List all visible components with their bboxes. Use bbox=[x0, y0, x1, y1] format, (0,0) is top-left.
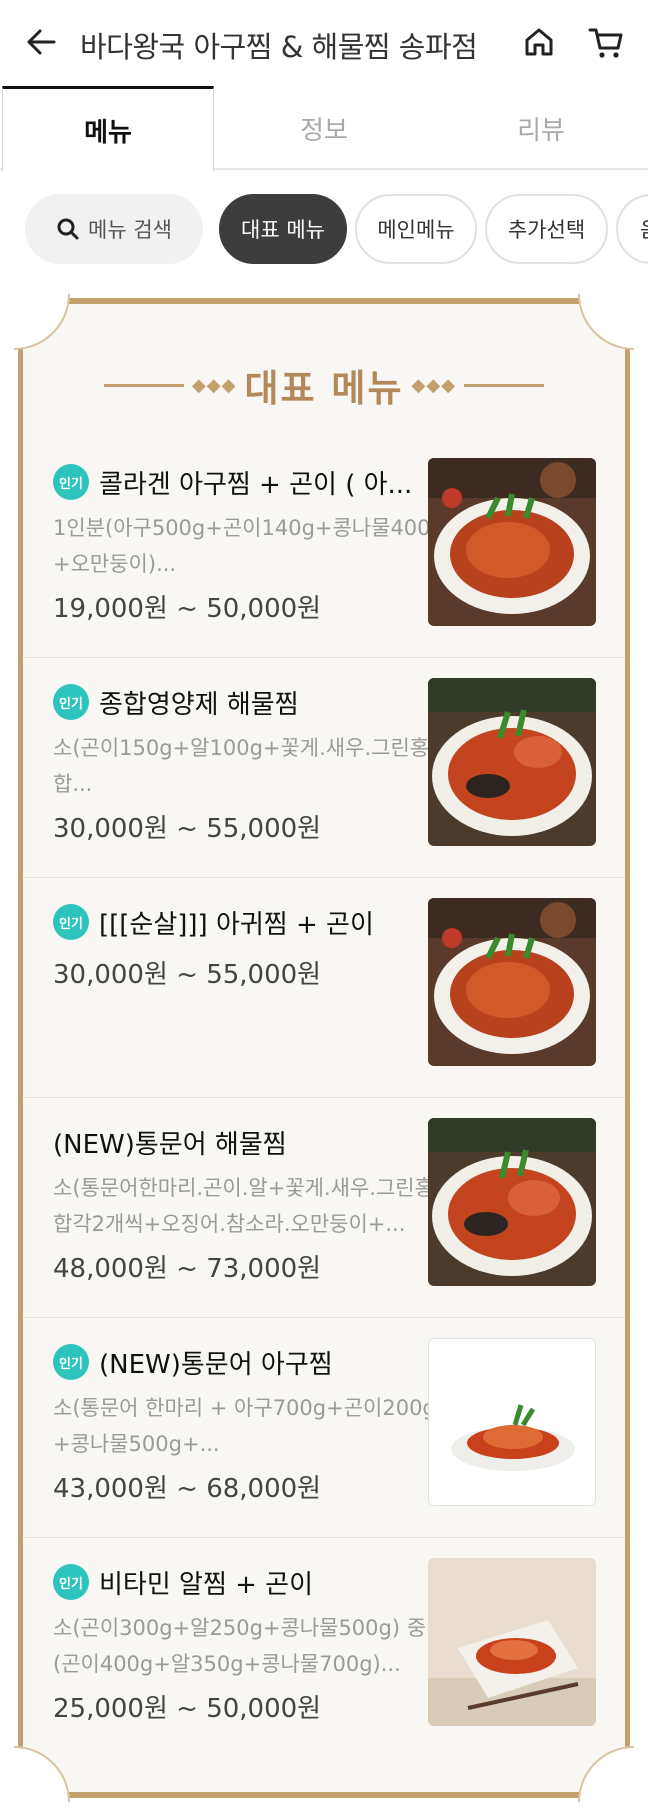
menu-item-price: 19,000원 ~ 50,000원 bbox=[53, 594, 322, 624]
menu-item-name-row: 인기 콜라겐 아구찜 + 곤이 ( 아... bbox=[53, 460, 448, 504]
menu-item-name: 종합영양제 해물찜 bbox=[99, 689, 299, 720]
section-heading: ◆◆◆ 대표 메뉴 ◆◆◆ bbox=[18, 360, 630, 410]
popular-badge: 인기 bbox=[53, 464, 89, 500]
menu-item-text: (NEW)통문어 해물찜 소(통문어한마리.곤이.알+꽃게.새우.그린홍합각2개… bbox=[53, 1120, 448, 1285]
home-icon bbox=[525, 28, 553, 56]
menu-item-price: 25,000원 ~ 50,000원 bbox=[53, 1694, 322, 1724]
tab-menu[interactable]: 메뉴 bbox=[2, 86, 214, 172]
menu-item-photo bbox=[428, 678, 596, 846]
menu-item-photo bbox=[428, 1558, 596, 1726]
popular-badge: 인기 bbox=[53, 904, 89, 940]
popular-badge: 인기 bbox=[53, 1344, 89, 1380]
menu-item-name-row: 인기 종합영양제 해물찜 bbox=[53, 680, 448, 724]
heading-ornament-left: ◆◆◆ bbox=[191, 374, 237, 396]
menu-item[interactable]: (NEW)통문어 해물찜 소(통문어한마리.곤이.알+꽃게.새우.그린홍합각2개… bbox=[23, 1098, 625, 1318]
menu-item-text: 인기 [[[순살]]] 아귀찜 + 곤이 30,000원 ~ 55,000원 bbox=[53, 900, 448, 991]
menu-item-description: 소(곤이300g+알250g+콩나물500g) 중(곤이400g+알350g+콩… bbox=[53, 1616, 427, 1676]
tab-info[interactable]: 정보 bbox=[214, 86, 434, 170]
menu-item-text: 인기 콜라겐 아구찜 + 곤이 ( 아... 1인분(아구500g+곤이140g… bbox=[53, 460, 448, 625]
menu-item-price: 30,000원 ~ 55,000원 bbox=[53, 814, 322, 844]
board-top-border bbox=[46, 298, 602, 304]
menu-item-name: (NEW)통문어 아구찜 bbox=[99, 1349, 333, 1380]
menu-search-label: 메뉴 검색 bbox=[88, 218, 172, 242]
popular-badge: 인기 bbox=[53, 1564, 89, 1600]
cart-button[interactable] bbox=[585, 22, 627, 64]
menu-item[interactable]: 인기 [[[순살]]] 아귀찜 + 곤이 30,000원 ~ 55,000원 bbox=[23, 878, 625, 1098]
menu-item-text: 인기 종합영양제 해물찜 소(곤이150g+알100g+꽃게.새우.그린홍합..… bbox=[53, 680, 448, 845]
cart-icon bbox=[588, 28, 623, 58]
menu-item-photo bbox=[428, 458, 596, 626]
menu-item-description: 1인분(아구500g+곤이140g+콩나물400g+오만둥이)... bbox=[53, 516, 444, 576]
menu-item-photo bbox=[428, 1338, 596, 1506]
popular-badge: 인기 bbox=[53, 684, 89, 720]
heading-ornament-right: ◆◆◆ bbox=[411, 374, 457, 396]
menu-item-price: 48,000원 ~ 73,000원 bbox=[53, 1254, 322, 1284]
store-title: 바다왕국 아구찜 & 해물찜 송파점 bbox=[80, 30, 478, 64]
menu-item-name-row: 인기 [[[순살]]] 아귀찜 + 곤이 bbox=[53, 900, 448, 944]
menu-item[interactable]: 인기 콜라겐 아구찜 + 곤이 ( 아... 1인분(아구500g+곤이140g… bbox=[23, 438, 625, 658]
back-button[interactable] bbox=[22, 23, 60, 61]
menu-item-name-row: 인기 비타민 알찜 + 곤이 bbox=[53, 1560, 448, 1604]
menu-item[interactable]: 인기 (NEW)통문어 아구찜 소(통문어 한마리 + 아구700g+곤이200… bbox=[23, 1318, 625, 1538]
menu-item-description: 소(통문어한마리.곤이.알+꽃게.새우.그린홍합각2개씩+오징어.참소라.오만둥… bbox=[53, 1176, 434, 1236]
menu-item-photo bbox=[428, 898, 596, 1066]
menu-item-price: 30,000원 ~ 55,000원 bbox=[53, 960, 322, 990]
heading-line-left bbox=[103, 383, 184, 387]
section-title: 대표 메뉴 bbox=[244, 367, 404, 410]
chip-drinks[interactable]: 음 bbox=[616, 194, 648, 264]
menu-item-description: 소(통문어 한마리 + 아구700g+곤이200g+콩나물500g+... bbox=[53, 1396, 436, 1456]
menu-item-name: (NEW)통문어 해물찜 bbox=[53, 1129, 287, 1160]
chip-extra-options[interactable]: 추가선택 bbox=[485, 194, 608, 264]
menu-item[interactable]: 인기 종합영양제 해물찜 소(곤이150g+알100g+꽃게.새우.그린홍합..… bbox=[23, 658, 625, 878]
chip-main-menu[interactable]: 메인메뉴 bbox=[355, 194, 477, 264]
tab-bar: 메뉴 정보 리뷰 bbox=[0, 86, 648, 172]
menu-item-text: 인기 (NEW)통문어 아구찜 소(통문어 한마리 + 아구700g+곤이200… bbox=[53, 1340, 448, 1505]
app-header: 바다왕국 아구찜 & 해물찜 송파점 bbox=[0, 0, 648, 86]
heading-line-right bbox=[464, 383, 545, 387]
chip-signature-menu[interactable]: 대표 메뉴 bbox=[219, 194, 347, 264]
menu-item-name-row: (NEW)통문어 해물찜 bbox=[53, 1120, 448, 1164]
menu-item-description: 소(곤이150g+알100g+꽃게.새우.그린홍합... bbox=[53, 736, 430, 796]
home-button[interactable] bbox=[519, 22, 559, 62]
search-icon bbox=[57, 218, 79, 240]
arrow-left-icon bbox=[27, 29, 56, 55]
menu-item-price: 43,000원 ~ 68,000원 bbox=[53, 1474, 322, 1504]
menu-item[interactable]: 인기 비타민 알찜 + 곤이 소(곤이300g+알250g+콩나물500g) 중… bbox=[23, 1538, 625, 1758]
menu-item-name: [[[순살]]] 아귀찜 + 곤이 bbox=[99, 909, 374, 940]
signature-menu-board: ◆◆◆ 대표 메뉴 ◆◆◆ 인기 콜라겐 아구찜 + 곤이 ( 아... 1인분… bbox=[14, 294, 634, 1811]
board-bottom-border bbox=[46, 1792, 602, 1798]
category-chip-bar: 메뉴 검색 대표 메뉴 메인메뉴 추가선택 음 bbox=[0, 194, 648, 266]
menu-item-text: 인기 비타민 알찜 + 곤이 소(곤이300g+알250g+콩나물500g) 중… bbox=[53, 1560, 448, 1725]
menu-item-name-row: 인기 (NEW)통문어 아구찜 bbox=[53, 1340, 448, 1384]
menu-item-name: 비타민 알찜 + 곤이 bbox=[99, 1569, 314, 1600]
tab-review[interactable]: 리뷰 bbox=[434, 86, 648, 170]
menu-item-name: 콜라겐 아구찜 + 곤이 ( 아... bbox=[99, 469, 413, 500]
menu-item-photo bbox=[428, 1118, 596, 1286]
menu-search-button[interactable]: 메뉴 검색 bbox=[25, 194, 203, 264]
